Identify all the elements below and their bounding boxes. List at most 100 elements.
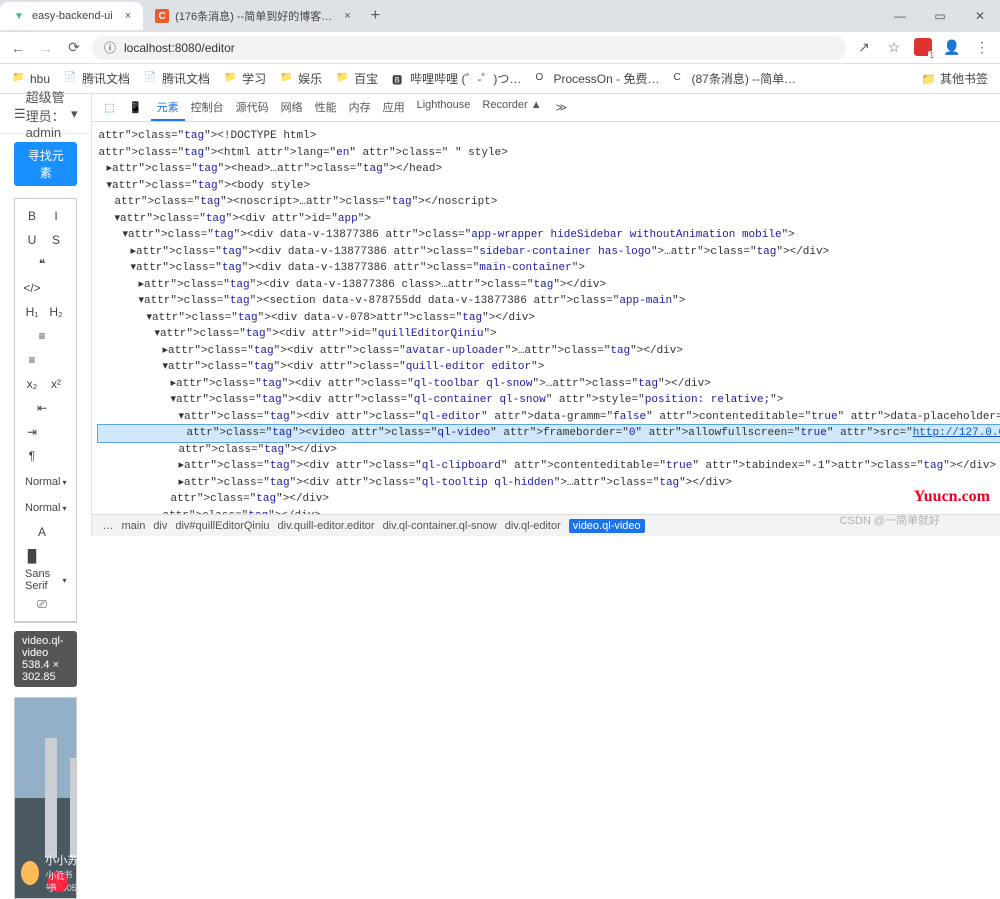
- devtools-tab[interactable]: Recorder ▲: [476, 95, 547, 121]
- toolbar-button[interactable]: █: [21, 545, 43, 567]
- toolbar-button[interactable]: ⇤: [31, 397, 53, 419]
- star-icon[interactable]: ☆: [884, 38, 904, 58]
- toolbar-button[interactable]: S: [45, 229, 67, 251]
- dom-node[interactable]: ▾attr">class="tag"><div attr">id="app">: [98, 211, 1000, 228]
- close-button[interactable]: ✕: [960, 0, 1000, 32]
- other-bookmarks[interactable]: 📁 其他书签: [921, 70, 988, 87]
- dom-node[interactable]: ▸attr">class="tag"><div attr">class="ql-…: [98, 475, 1000, 492]
- toolbar-select[interactable]: Normal: [21, 497, 70, 519]
- folder-icon: 📁: [224, 72, 238, 86]
- browser-tab-active[interactable]: ▼ easy-backend-ui ×: [0, 2, 143, 30]
- menu-icon[interactable]: ⋮: [972, 38, 992, 58]
- toolbar-button[interactable]: U: [21, 229, 43, 251]
- dom-node[interactable]: attr">class="tag"></div>: [98, 442, 1000, 459]
- bookmark-item[interactable]: 📁百宝: [336, 70, 378, 87]
- video-element[interactable]: ▶下载该 视频 ⬇⬆ 小小苏 小红书号:2005329058 小红书: [14, 697, 77, 899]
- toolbar-button[interactable]: ❝: [31, 253, 53, 275]
- toolbar-button[interactable]: B: [21, 205, 43, 227]
- devtools-tab[interactable]: 内存: [343, 95, 377, 121]
- toolbar-button[interactable]: ⇥: [21, 421, 43, 443]
- bookmark-item[interactable]: 📁hbu: [12, 70, 50, 87]
- devtools-tab[interactable]: 元素: [151, 95, 185, 121]
- toolbar-button[interactable]: ≡: [21, 349, 43, 371]
- toolbar-select[interactable]: Sans Serif: [21, 569, 70, 591]
- close-icon[interactable]: ×: [344, 10, 350, 22]
- toolbar-button[interactable]: </>: [21, 277, 43, 299]
- dom-node[interactable]: ▾attr">class="tag"><div attr">class="ql-…: [98, 409, 1000, 426]
- breadcrumb-item[interactable]: div.ql-editor: [505, 520, 561, 532]
- devtools-tab[interactable]: 控制台: [185, 95, 230, 121]
- toolbar-button[interactable]: ¶: [21, 445, 43, 467]
- toolbar-button[interactable]: x₂: [21, 373, 43, 395]
- toolbar-button[interactable]: ≡: [31, 325, 53, 347]
- bookmark-item[interactable]: OProcessOn - 免费…: [535, 70, 659, 87]
- dom-node[interactable]: ▾attr">class="tag"><div data-v-13877386 …: [98, 227, 1000, 244]
- dom-node[interactable]: ▸attr">class="tag"><div attr">class="ql-…: [98, 376, 1000, 393]
- browser-tab[interactable]: C (176条消息) --简单到好的博客… ×: [143, 2, 363, 30]
- toolbar-button[interactable]: H₂: [45, 301, 67, 323]
- dom-node[interactable]: ▾attr">class="tag"><div attr">class="qui…: [98, 359, 1000, 376]
- dom-node[interactable]: ▾attr">class="tag"><div attr">class="ql-…: [98, 392, 1000, 409]
- minimize-button[interactable]: —: [880, 0, 920, 32]
- dom-node[interactable]: ▸attr">class="tag"><head>…attr">class="t…: [98, 161, 1000, 178]
- find-element-button[interactable]: 寻找元素: [14, 142, 77, 186]
- dom-node[interactable]: attr">class="tag"></div>: [98, 491, 1000, 508]
- breadcrumb-item[interactable]: video.ql-video: [569, 519, 645, 533]
- close-icon[interactable]: ×: [125, 10, 131, 22]
- dropdown-icon[interactable]: ▾: [71, 106, 78, 122]
- bookmark-item[interactable]: 📄腾讯文档: [64, 70, 130, 87]
- dom-node[interactable]: ▸attr">class="tag"><div data-v-13877386 …: [98, 277, 1000, 294]
- dom-node[interactable]: ▾attr">class="tag"><section data-v-87875…: [98, 293, 1000, 310]
- maximize-button[interactable]: ▭: [920, 0, 960, 32]
- breadcrumb-item[interactable]: …: [102, 520, 113, 532]
- bookmark-item[interactable]: 📁学习: [224, 70, 266, 87]
- inspect-icon[interactable]: ⬚: [98, 97, 120, 118]
- dom-node[interactable]: ▸attr">class="tag"><div attr">class="ava…: [98, 343, 1000, 360]
- new-tab-button[interactable]: +: [363, 7, 388, 25]
- more-tabs[interactable]: ≫: [550, 97, 574, 118]
- bookmark-item[interactable]: 📄腾讯文档: [144, 70, 210, 87]
- breadcrumb-item[interactable]: div#quillEditorQiniu: [175, 520, 269, 532]
- device-icon[interactable]: 📱: [123, 97, 149, 118]
- devtools-tab[interactable]: 应用: [377, 95, 411, 121]
- back-button[interactable]: ←: [8, 38, 28, 58]
- breadcrumb-item[interactable]: div.ql-container.ql-snow: [383, 520, 497, 532]
- dom-breadcrumb[interactable]: … main div div#quillEditorQiniu div.quil…: [92, 514, 1000, 536]
- toolbar-select[interactable]: Normal: [21, 471, 70, 493]
- dom-node[interactable]: attr">class="tag"><noscript>…attr">class…: [98, 194, 1000, 211]
- dom-node[interactable]: ▾attr">class="tag"><body style>: [98, 178, 1000, 195]
- dom-node[interactable]: ▸attr">class="tag"><div attr">class="ql-…: [98, 458, 1000, 475]
- toolbar-button[interactable]: A: [31, 521, 53, 543]
- bookmark-item[interactable]: 🅱哔哩哔哩 (゜-゜)つ…: [392, 70, 521, 87]
- extension-icon[interactable]: 1: [914, 38, 932, 56]
- dom-node[interactable]: ▸attr">class="tag"><div data-v-13877386 …: [98, 244, 1000, 261]
- bookmark-item[interactable]: C(87条消息) --简单…: [673, 70, 796, 87]
- breadcrumb-item[interactable]: div: [153, 520, 167, 532]
- devtools-tab[interactable]: 源代码: [230, 95, 275, 121]
- dom-node[interactable]: ▾attr">class="tag"><div attr">id="quillE…: [98, 326, 1000, 343]
- dom-node[interactable]: attr">class="tag"><html attr">lang="en" …: [98, 145, 1000, 162]
- dom-node[interactable]: attr">class="tag"><video attr">class="ql…: [98, 425, 1000, 442]
- toolbar-button[interactable]: I: [45, 205, 67, 227]
- forward-button[interactable]: →: [36, 38, 56, 58]
- breadcrumb-item[interactable]: main: [121, 520, 145, 532]
- dom-node[interactable]: attr">class="tag"><!DOCTYPE html>: [98, 128, 1000, 145]
- dom-node[interactable]: ▾attr">class="tag"><div data-v-078>attr"…: [98, 310, 1000, 327]
- bookmark-item[interactable]: 📁娱乐: [280, 70, 322, 87]
- dom-node[interactable]: ▾attr">class="tag"><div data-v-13877386 …: [98, 260, 1000, 277]
- url-field[interactable]: ⓘ localhost:8080/editor: [92, 36, 846, 60]
- devtools-tab[interactable]: 网络: [275, 95, 309, 121]
- reload-button[interactable]: ⟳: [64, 38, 84, 58]
- editor-toolbar: BIUS❝</>H₁H₂≡≡x₂x²⇤⇥¶NormalNormalA█Sans …: [15, 199, 76, 622]
- devtools-tab[interactable]: Lighthouse: [411, 95, 477, 121]
- toolbar-button[interactable]: x²: [45, 373, 67, 395]
- devtools-tab[interactable]: 性能: [309, 95, 343, 121]
- menu-icon[interactable]: ☰: [14, 106, 26, 122]
- share-icon[interactable]: ↗: [854, 38, 874, 58]
- toolbar-button[interactable]: H₁: [21, 301, 43, 323]
- dom-tree[interactable]: attr">class="tag"><!DOCTYPE html>attr">c…: [92, 122, 1000, 514]
- site-info-icon[interactable]: ⓘ: [104, 39, 116, 56]
- toolbar-button[interactable]: ⎚: [31, 593, 53, 615]
- breadcrumb-item[interactable]: div.quill-editor.editor: [278, 520, 375, 532]
- profile-icon[interactable]: 👤: [942, 38, 962, 58]
